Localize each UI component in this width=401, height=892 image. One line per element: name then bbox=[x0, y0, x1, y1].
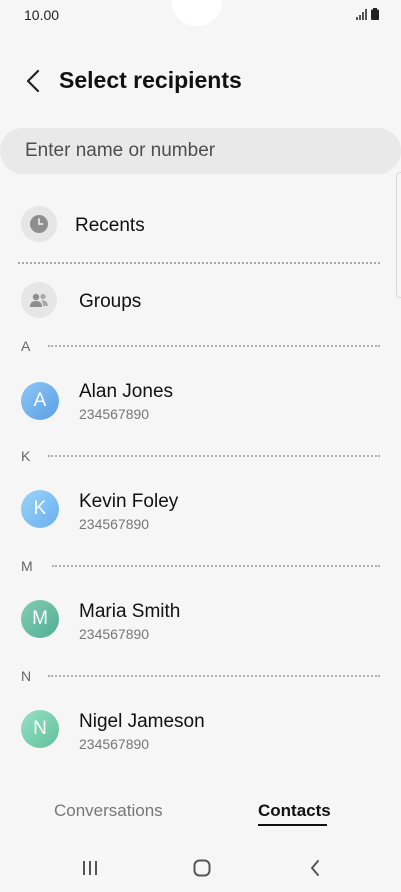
contact-maria-smith[interactable]: M Maria Smith 234567890 bbox=[0, 590, 392, 650]
home-icon bbox=[193, 859, 211, 877]
status-icons bbox=[356, 8, 379, 20]
avatar: A bbox=[21, 382, 59, 420]
contact-alan-jones[interactable]: A Alan Jones 234567890 bbox=[0, 370, 392, 430]
divider bbox=[18, 262, 380, 264]
contact-nigel-jameson[interactable]: N Nigel Jameson 234567890 bbox=[0, 700, 392, 760]
active-tab-indicator bbox=[258, 824, 327, 826]
section-divider bbox=[48, 455, 380, 457]
home-button[interactable] bbox=[187, 856, 217, 880]
status-time: 10.00 bbox=[24, 7, 60, 23]
section-divider bbox=[48, 675, 380, 677]
nav-back-button[interactable] bbox=[300, 856, 330, 880]
recents-label: Recents bbox=[75, 215, 145, 236]
groups-label: Groups bbox=[79, 291, 142, 312]
bottom-tabs: Conversations Contacts bbox=[0, 796, 401, 836]
header: Select recipients bbox=[0, 60, 401, 102]
contact-name: Kevin Foley bbox=[79, 491, 179, 512]
scrollbar[interactable] bbox=[396, 172, 401, 298]
camera-notch bbox=[172, 0, 222, 26]
section-header-k: K bbox=[21, 448, 31, 464]
clock-icon bbox=[21, 206, 57, 242]
nav-back-icon bbox=[311, 860, 319, 876]
contact-number: 234567890 bbox=[79, 516, 150, 532]
section-divider bbox=[52, 565, 380, 567]
chevron-left-icon bbox=[26, 69, 40, 93]
avatar: K bbox=[21, 490, 59, 528]
contact-name: Alan Jones bbox=[79, 381, 174, 402]
contact-name: Nigel Jameson bbox=[79, 711, 205, 732]
section-header-a: A bbox=[21, 338, 31, 354]
signal-icon bbox=[356, 9, 367, 20]
contact-number: 234567890 bbox=[79, 406, 150, 422]
system-nav-bar bbox=[0, 848, 401, 892]
search-input[interactable] bbox=[25, 128, 385, 174]
section-header-n: N bbox=[21, 668, 32, 684]
recents-row[interactable]: Recents bbox=[0, 204, 392, 248]
tab-conversations[interactable]: Conversations bbox=[54, 801, 163, 821]
battery-icon bbox=[371, 8, 379, 20]
recent-apps-button[interactable] bbox=[75, 856, 105, 880]
back-button[interactable] bbox=[22, 68, 46, 94]
avatar: M bbox=[21, 600, 59, 638]
recent-apps-icon bbox=[83, 861, 97, 875]
section-header-m: M bbox=[21, 558, 33, 574]
section-divider bbox=[48, 345, 380, 347]
status-bar: 10.00 bbox=[0, 0, 401, 30]
contact-name: Maria Smith bbox=[79, 601, 181, 622]
search-bar[interactable] bbox=[0, 128, 401, 174]
people-icon bbox=[21, 282, 57, 318]
page-title: Select recipients bbox=[59, 67, 242, 93]
contact-number: 234567890 bbox=[79, 626, 150, 642]
contact-kevin-foley[interactable]: K Kevin Foley 234567890 bbox=[0, 480, 392, 540]
avatar: N bbox=[21, 710, 59, 748]
groups-row[interactable]: Groups bbox=[0, 280, 392, 324]
tab-contacts[interactable]: Contacts bbox=[258, 801, 331, 821]
contact-number: 234567890 bbox=[79, 736, 150, 752]
